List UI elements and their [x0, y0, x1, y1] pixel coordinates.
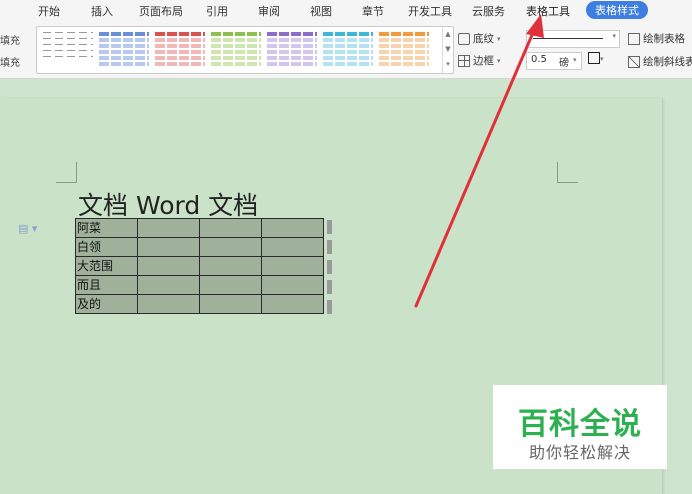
watermark-subtitle: 助你轻松解决	[528, 443, 631, 462]
watermark-title: 百科全说	[518, 407, 642, 442]
watermark-logo: 百科全说 助你轻松解决	[493, 385, 667, 469]
